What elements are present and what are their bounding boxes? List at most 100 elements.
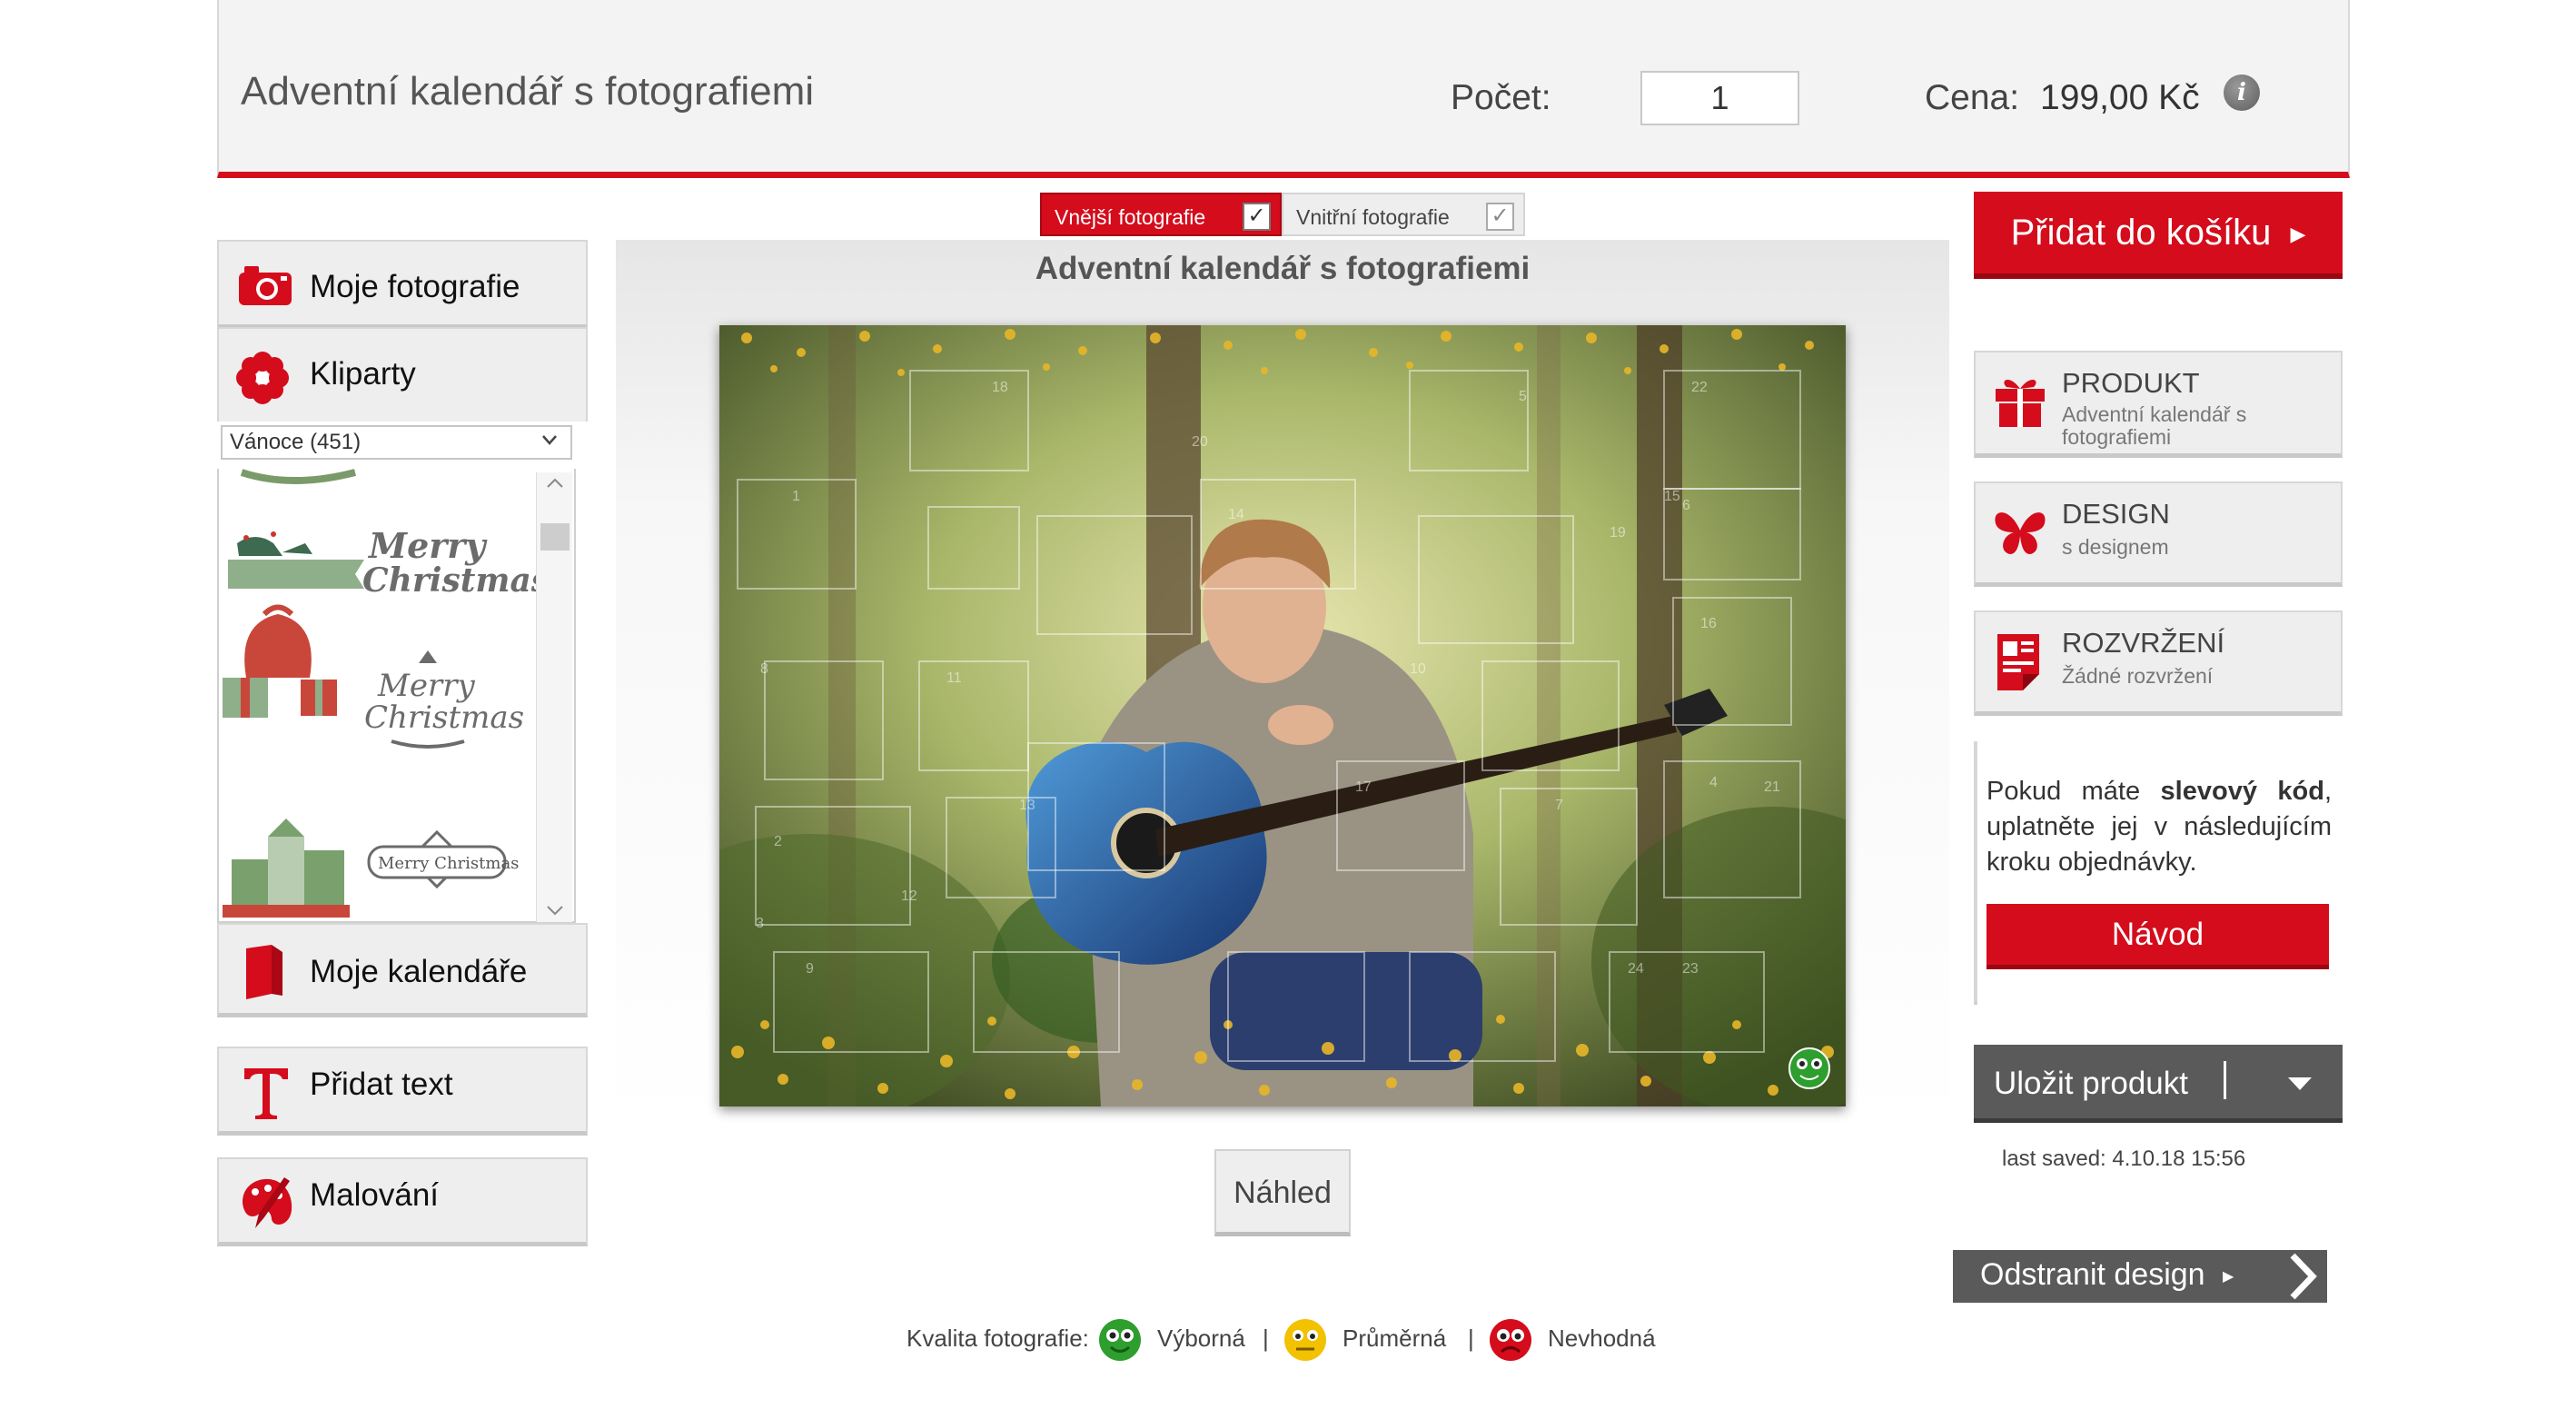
door-number: 15 — [1664, 489, 1680, 504]
door-number: 10 — [1410, 661, 1426, 677]
checkbox-checked-icon: ✓ — [1486, 203, 1514, 231]
last-saved-text: last saved: 4.10.18 15:56 — [2002, 1146, 2246, 1171]
product-section[interactable]: PRODUKT Adventní kalendář s fotografiemi — [1974, 351, 2343, 458]
clipart-merry-christmas-1[interactable]: Merry Christmas — [362, 525, 550, 600]
camera-icon — [239, 266, 292, 305]
palette-icon — [243, 1177, 292, 1228]
design-subtitle: s designem — [2062, 535, 2169, 559]
door-number: 21 — [1764, 779, 1780, 795]
door-number: 19 — [1610, 525, 1626, 541]
door-number: 13 — [1019, 798, 1035, 813]
coupon-code-emphasis: slevový kód — [2160, 777, 2324, 806]
design-title-label: DESIGN — [2062, 498, 2170, 530]
scrollbar-graphic — [540, 478, 570, 916]
product-subtitle: Adventní kalendář s fotografiemi — [2062, 402, 2247, 449]
photo-quality-good-icon — [1788, 1047, 1830, 1089]
layout-subtitle: Žádné rozvržení — [2062, 664, 2214, 688]
smiley-bad-icon — [1490, 1319, 1531, 1361]
scroll-thumb[interactable] — [540, 523, 570, 551]
info-icon[interactable]: i — [2224, 74, 2260, 111]
svg-text:Merry Christmas: Merry Christmas — [378, 854, 519, 873]
clipart-merry-christmas-2[interactable]: Merry Christmas — [364, 650, 524, 749]
door-number: 16 — [1700, 616, 1717, 631]
canvas-title: Adventní kalendář s fotografiemi — [1035, 251, 1531, 286]
save-product-label[interactable]: Uložit produkt — [1994, 1066, 2188, 1102]
svg-text:Merry: Merry — [377, 668, 475, 704]
flower-icon — [236, 352, 289, 404]
door-number: 12 — [901, 888, 917, 904]
smiley-average-icon — [1284, 1319, 1326, 1361]
door-number: 18 — [992, 380, 1008, 395]
clipart-thumbnails: Merry Christmas Merry Christmas Merry Ch… — [223, 469, 550, 918]
checkbox-checked-icon: ✓ — [1243, 203, 1271, 231]
caret-right-icon: ▶ — [2290, 223, 2306, 246]
text-t-icon — [244, 1068, 288, 1119]
sidebar-item-label: Kliparty — [310, 356, 416, 392]
tab-inner-photos[interactable]: Vnitřní fotografie ✓ — [1282, 193, 1525, 236]
sidebar-item-label: Moje kalendáře — [310, 954, 528, 989]
book-icon — [246, 945, 282, 999]
scroll-down-icon[interactable] — [547, 906, 563, 916]
door-number: 22 — [1691, 380, 1708, 395]
door-number: 9 — [806, 961, 814, 977]
remove-design-label: Odstranit design ▶ — [1980, 1257, 2234, 1293]
svg-text:Merry: Merry — [367, 525, 488, 566]
quantity-label: Počet: — [1451, 78, 1551, 117]
tab-outer-photos[interactable]: Vnější fotografie ✓ — [1040, 193, 1282, 236]
remove-design-text: Odstranit design — [1980, 1257, 2205, 1292]
tab-inner-label: Vnitřní fotografie — [1296, 205, 1450, 229]
door-number: 14 — [1228, 507, 1244, 522]
layout-section[interactable]: ROZVRŽENÍ Žádné rozvržení — [1974, 610, 2343, 716]
sidebar-item-label: Malování — [310, 1177, 440, 1213]
clipart-scrollbar[interactable] — [536, 472, 572, 922]
smiley-good-icon — [1099, 1319, 1141, 1361]
door-number: 23 — [1682, 961, 1699, 977]
sidebar-item-add-text[interactable]: Přidat text — [217, 1047, 588, 1136]
layout-icon — [1997, 634, 2039, 690]
clipart-ornament-label[interactable]: Merry Christmas — [367, 829, 519, 889]
category-select[interactable]: Vánoce (451) — [221, 425, 572, 460]
door-number: 24 — [1628, 961, 1644, 977]
door-number: 17 — [1355, 779, 1372, 795]
price-label: Cena: — [1925, 78, 2020, 117]
clipart-gift-sack[interactable] — [223, 604, 337, 719]
door-number: 20 — [1192, 434, 1208, 450]
guide-button[interactable]: Návod — [1986, 904, 2329, 969]
sidebar-item-my-calendars[interactable]: Moje kalendáře — [217, 923, 588, 1017]
door-number: 6 — [1682, 498, 1690, 513]
calendar-photo[interactable]: 22 16 10 5 4 2 18 11 14 24 6 8 13 1 7 3 9 20 15 19 21 12 23 17 — [719, 325, 1846, 1106]
clipart-village[interactable] — [223, 819, 350, 918]
door-number: 4 — [1709, 775, 1718, 790]
product-title-label: PRODUKT — [2062, 367, 2200, 399]
layout-title-label: ROZVRŽENÍ — [2062, 627, 2225, 659]
coupon-text-part: Pokud máte — [1986, 777, 2161, 806]
quality-average-label: Průměrná — [1342, 1325, 1447, 1352]
price-value: 199,00 Kč — [2040, 78, 2200, 117]
coupon-text: Pokud máte slevový kód, uplatněte jej v … — [1986, 774, 2332, 880]
scroll-up-icon[interactable] — [547, 478, 563, 488]
svg-text:Christmas: Christmas — [362, 561, 537, 600]
preview-button[interactable]: Náhled — [1214, 1149, 1351, 1236]
svg-text:Christmas: Christmas — [364, 700, 524, 736]
sidebar-item-label: Moje fotografie — [310, 269, 520, 304]
add-to-cart-label: Přidat do košíku — [2010, 213, 2272, 253]
sidebar-item-cliparts[interactable]: Kliparty — [217, 327, 588, 422]
sidebar-item-painting[interactable]: Malování — [217, 1157, 588, 1246]
clipart-gallery: Merry Christmas Merry Christmas Merry Ch… — [217, 469, 576, 923]
door-number: 1 — [792, 489, 800, 504]
caret-right-icon: ▶ — [2223, 1269, 2234, 1285]
chevron-down-icon[interactable] — [541, 432, 558, 448]
quantity-input[interactable]: 1 — [1640, 71, 1799, 125]
dropdown-caret-icon[interactable] — [2288, 1077, 2312, 1090]
separator: | — [1468, 1325, 1474, 1352]
door-number: 7 — [1555, 798, 1563, 813]
clipart-sleigh-banner[interactable] — [228, 531, 364, 589]
add-to-cart-button[interactable]: Přidat do košíku ▶ — [1974, 192, 2343, 279]
save-divider — [2224, 1061, 2226, 1099]
tab-outer-label: Vnější fotografie — [1055, 205, 1206, 229]
clipart-partial — [240, 469, 356, 484]
door-number: 5 — [1519, 389, 1527, 404]
sidebar-item-my-photos[interactable]: Moje fotografie — [217, 240, 588, 329]
quality-good-label: Výborná — [1157, 1325, 1245, 1352]
design-section[interactable]: DESIGN s designem — [1974, 481, 2343, 587]
